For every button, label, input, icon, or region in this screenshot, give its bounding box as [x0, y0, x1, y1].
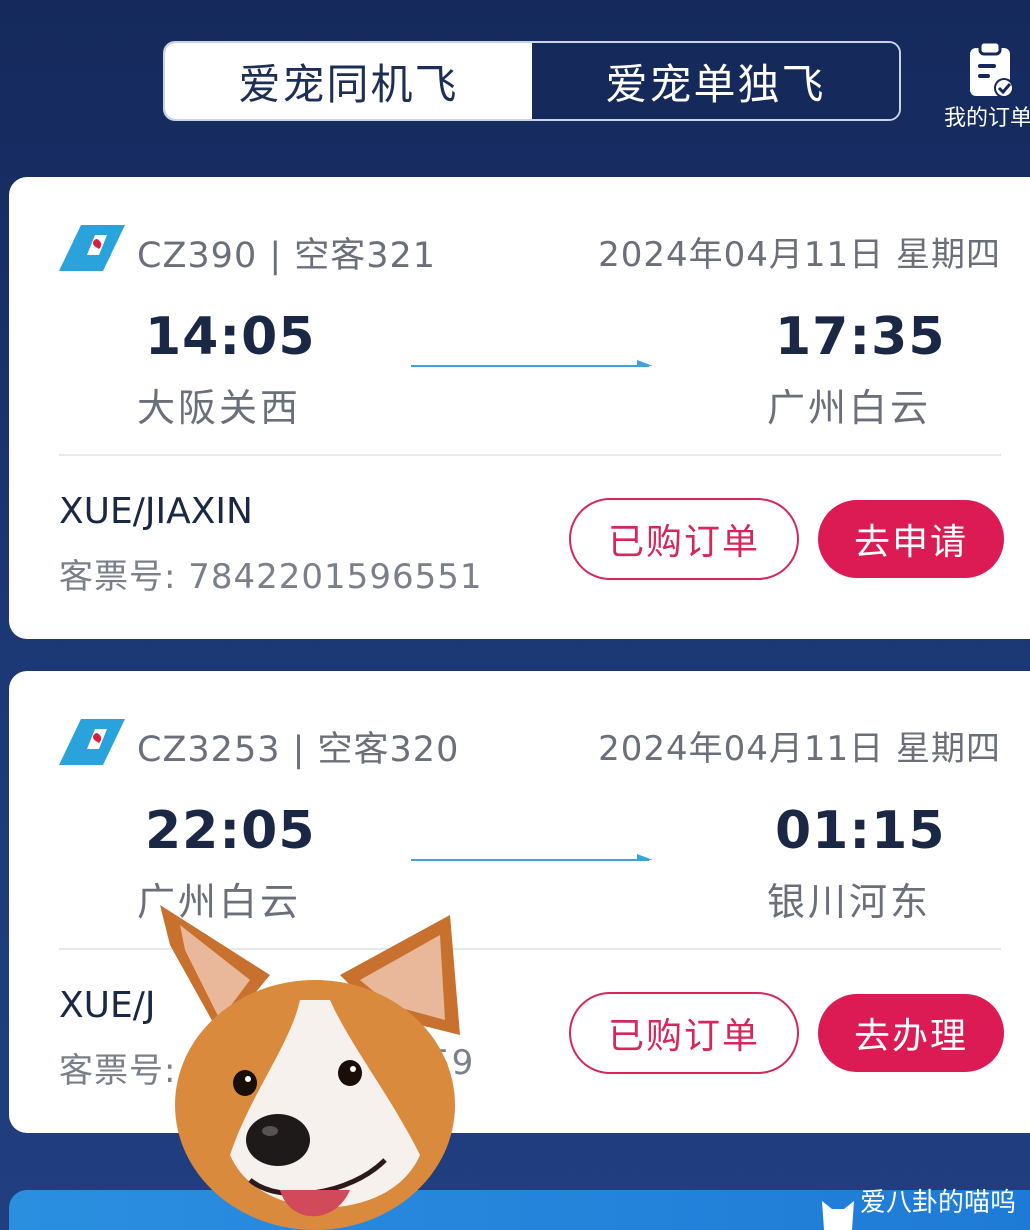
passenger-name: XUE/JIAXIN [59, 491, 253, 532]
ticket-number: 客票号: 7842201596551 [59, 557, 483, 597]
process-button[interactable]: 去办理 [818, 994, 1004, 1072]
tab-pet-fly-alone[interactable]: 爱宠单独飞 [532, 43, 899, 119]
divider [59, 454, 1001, 456]
tab-pet-fly-with-owner[interactable]: 爱宠同机飞 [165, 43, 532, 119]
china-southern-logo-icon [59, 225, 125, 271]
passenger-name: XUE/J [59, 985, 156, 1026]
my-orders-label: 我的订单 [944, 106, 1030, 131]
purchased-orders-button[interactable]: 已购订单 [569, 992, 799, 1074]
arrival-time: 17:35 [775, 307, 946, 367]
flight-date: 2024年04月11日 星期四 [598, 729, 1001, 769]
arrival-city: 广州白云 [767, 386, 932, 430]
apply-button[interactable]: 去申请 [818, 500, 1004, 578]
cat-icon [822, 1201, 854, 1230]
china-southern-logo-icon [59, 719, 125, 765]
purchased-orders-button[interactable]: 已购订单 [569, 498, 799, 580]
departure-time: 22:05 [145, 801, 316, 861]
watermark-text: 爱八卦的喵呜 [860, 1188, 1017, 1218]
route-arrow-icon [411, 360, 653, 367]
flight-number-aircraft: CZ390 | 空客321 [137, 236, 437, 276]
arrival-time: 01:15 [775, 801, 946, 861]
route-arrow-icon [411, 854, 653, 861]
clipboard-check-icon [970, 40, 1014, 98]
departure-city: 大阪关西 [137, 386, 302, 430]
departure-time: 14:05 [145, 307, 316, 367]
my-orders-button[interactable]: 我的订单 [940, 36, 1030, 136]
corgi-face-sticker [160, 905, 460, 1230]
flight-number-aircraft: CZ3253 | 空客320 [137, 730, 460, 770]
arrival-city: 银川河东 [767, 880, 932, 924]
flight-date: 2024年04月11日 星期四 [598, 235, 1001, 275]
flight-mode-segmented-control: 爱宠同机飞 爱宠单独飞 [163, 41, 901, 121]
flight-card: CZ390 | 空客321 2024年04月11日 星期四 14:05 大阪关西… [9, 177, 1030, 639]
